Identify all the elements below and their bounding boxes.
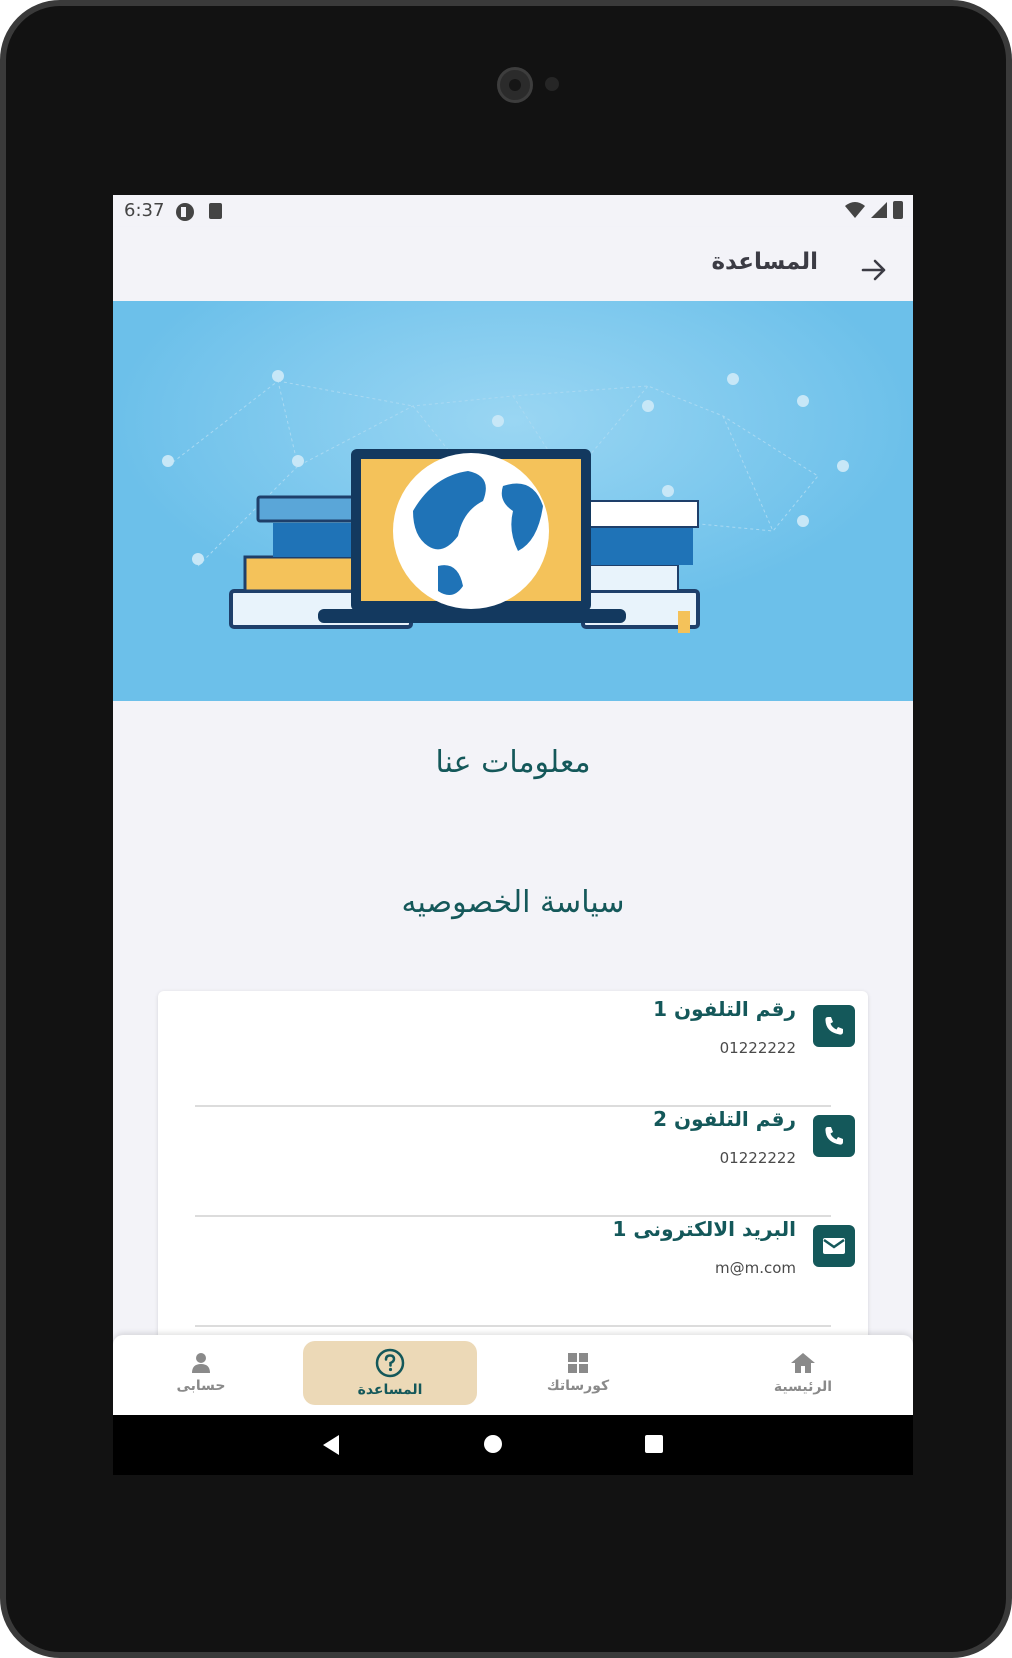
phone-icon <box>813 1005 855 1047</box>
home-circle-icon[interactable] <box>483 1434 503 1454</box>
nav-label: كورساتك <box>546 1378 610 1394</box>
back-triangle-icon[interactable] <box>321 1434 341 1456</box>
back-button[interactable] <box>857 253 891 287</box>
contact-label: رقم التلفون 2 <box>653 1107 796 1131</box>
page-title: المساعدة <box>711 249 818 275</box>
help-circle-icon <box>375 1348 405 1378</box>
contact-value: 01222222 <box>719 1039 796 1057</box>
mail-icon <box>813 1225 855 1267</box>
privacy-policy-link[interactable]: سياسة الخصوصيه <box>113 885 913 920</box>
books-laptop-illustration <box>113 301 913 701</box>
app-bar: المساعدة <box>113 227 913 311</box>
nav-help[interactable]: المساعدة <box>303 1341 477 1405</box>
sd-card-icon <box>209 203 222 219</box>
front-sensor <box>545 77 559 91</box>
home-icon <box>791 1353 815 1373</box>
contact-value: 01222222 <box>719 1149 796 1167</box>
nav-courses[interactable]: كورساتك <box>518 1341 638 1405</box>
contact-value: m@m.com <box>714 1259 796 1277</box>
nav-label: حسابى <box>176 1378 226 1394</box>
system-navigation-bar <box>113 1415 913 1475</box>
battery-icon <box>893 201 903 219</box>
divider <box>195 1325 831 1327</box>
tablet-frame: 6:37 المساعدة معلومات عنا سياسة الخصوصيه… <box>0 0 1012 1658</box>
wifi-icon <box>845 202 865 218</box>
notification-icon <box>176 203 194 221</box>
arrow-right-icon <box>861 259 886 281</box>
contact-label: البريد الالكترونى 1 <box>612 1217 796 1241</box>
contact-label: رقم التلفون 1 <box>653 997 796 1021</box>
hero-banner <box>113 301 913 701</box>
recents-square-icon[interactable] <box>644 1434 664 1454</box>
contact-row-email-1[interactable]: البريد الالكترونى 1 m@m.com <box>158 1211 868 1327</box>
nav-label: الرئيسية <box>773 1379 833 1395</box>
about-us-link[interactable]: معلومات عنا <box>113 745 913 780</box>
status-time: 6:37 <box>124 200 165 221</box>
nav-label: المساعدة <box>357 1382 423 1398</box>
contacts-card: رقم التلفون 1 01222222 رقم التلفون 2 012… <box>158 991 868 1391</box>
nav-account[interactable]: حسابى <box>151 1341 251 1405</box>
app-screen: 6:37 المساعدة معلومات عنا سياسة الخصوصيه… <box>113 195 913 1475</box>
grid-icon <box>568 1353 588 1373</box>
contact-row-phone-2[interactable]: رقم التلفون 2 01222222 <box>158 1101 868 1217</box>
person-icon <box>192 1353 210 1373</box>
phone-icon <box>813 1115 855 1157</box>
status-right-icons <box>845 201 903 219</box>
help-content: معلومات عنا سياسة الخصوصيه رقم التلفون 1… <box>113 701 913 1391</box>
status-bar: 6:37 <box>113 195 913 227</box>
bottom-navigation: الرئيسية كورساتك المساعدة حسابى <box>113 1335 913 1415</box>
camera-lens <box>497 67 533 103</box>
signal-icon <box>871 202 887 218</box>
nav-home[interactable]: الرئيسية <box>743 1341 863 1405</box>
contact-row-phone-1[interactable]: رقم التلفون 1 01222222 <box>158 991 868 1107</box>
